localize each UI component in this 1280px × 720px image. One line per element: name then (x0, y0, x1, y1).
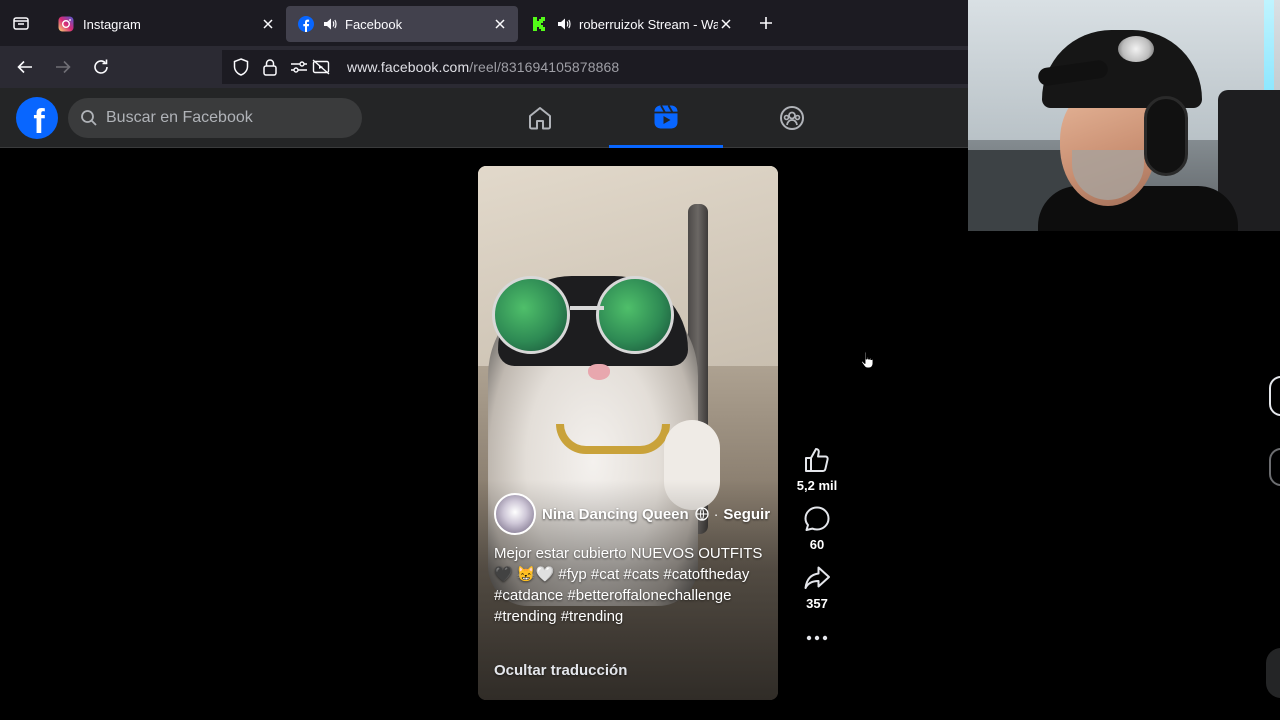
tab-close-icon[interactable] (260, 16, 276, 32)
share-icon (804, 566, 830, 589)
speaker-icon[interactable] (557, 17, 571, 31)
nav-groups[interactable] (735, 88, 849, 148)
tab-kick-stream[interactable]: roberruizok Stream - Watch (520, 6, 744, 42)
reel-author: Nina Dancing Queen · Seguir (494, 493, 770, 535)
author-separator: · (713, 506, 719, 522)
tab-facebook[interactable]: Facebook (286, 6, 518, 42)
cat-nose (588, 364, 610, 380)
comments-count: 60 (809, 537, 825, 552)
gold-chain (556, 424, 670, 454)
sunglasses-bridge (570, 306, 604, 310)
webcam-headphones (1144, 96, 1188, 176)
avatar[interactable] (494, 493, 536, 535)
instagram-icon (58, 16, 74, 32)
sunglasses-left-lens (492, 276, 570, 354)
reload-button[interactable] (82, 51, 120, 83)
facebook-header: f (0, 88, 968, 148)
lock-icon[interactable] (261, 58, 279, 76)
like-button[interactable]: 5,2 mil (797, 446, 837, 493)
reel-video[interactable]: Nina Dancing Queen · Seguir Mejor estar … (478, 166, 778, 700)
browser-navbar: www.facebook.com/reel/831694105878868 (0, 46, 968, 88)
webcam-cap-logo (1118, 36, 1154, 62)
url-path: /reel/831694105878868 (469, 59, 620, 75)
nav-home[interactable] (483, 88, 597, 148)
tab-instagram[interactable]: Instagram (46, 6, 286, 42)
tab-close-icon[interactable] (718, 16, 734, 32)
reels-icon (654, 104, 678, 128)
tab-list-button[interactable] (0, 0, 42, 46)
tab-label: roberruizok Stream - Watch (579, 16, 718, 32)
reload-icon (94, 59, 108, 74)
sunglasses-right-lens (596, 276, 674, 354)
url-bar[interactable]: www.facebook.com/reel/831694105878868 (222, 50, 968, 84)
previous-reel-button[interactable] (1269, 448, 1280, 486)
kick-icon (532, 16, 548, 32)
side-panel-button[interactable] (1266, 648, 1280, 698)
likes-count: 5,2 mil (796, 478, 838, 493)
tab-label: Facebook (345, 16, 403, 32)
reel-caption: Mejor estar cubierto NUEVOS OUTFITS 🖤 😸🤍… (494, 543, 764, 627)
hide-translation-button[interactable]: Ocultar traducción (494, 662, 627, 679)
forward-button[interactable] (44, 51, 82, 83)
back-button[interactable] (6, 51, 44, 83)
caption-text: Mejor estar cubierto NUEVOS OUTFITS (494, 545, 763, 562)
new-tab-button[interactable] (748, 5, 784, 41)
arrow-right-icon (56, 60, 71, 74)
more-icon (806, 635, 828, 641)
webcam-overlay (968, 0, 1280, 231)
nav-reels[interactable] (609, 88, 723, 148)
plus-icon (760, 17, 772, 29)
facebook-icon (298, 16, 314, 32)
shares-count: 357 (806, 596, 828, 611)
globe-icon (695, 507, 709, 521)
comment-button[interactable]: 60 (803, 505, 831, 552)
tab-label: Instagram (83, 16, 141, 32)
hand-cursor-icon (861, 351, 874, 369)
speaker-icon[interactable] (323, 17, 337, 31)
permissions-icon[interactable] (290, 58, 308, 76)
shield-icon[interactable] (232, 58, 250, 76)
groups-icon (780, 106, 804, 130)
search-input[interactable] (106, 109, 346, 127)
url-text: www.facebook.com/reel/831694105878868 (347, 59, 619, 75)
more-options-button[interactable] (806, 629, 828, 647)
facebook-logo-letter: f (33, 102, 45, 141)
browser-tabstrip: Instagram Facebook roberruizok Stream - … (0, 0, 968, 46)
tab-close-icon[interactable] (492, 16, 508, 32)
share-button[interactable]: 357 (803, 564, 831, 611)
caption-emojis: 🖤 😸🤍 (494, 566, 555, 583)
autoplay-blocked-icon[interactable] (312, 58, 330, 76)
next-reel-button[interactable] (1269, 376, 1280, 416)
follow-button[interactable]: Seguir (723, 506, 770, 523)
author-name[interactable]: Nina Dancing Queen (542, 506, 689, 523)
url-host: www.facebook.com (347, 59, 470, 75)
screen: Instagram Facebook roberruizok Stream - … (0, 0, 1280, 720)
comment-icon (804, 506, 830, 531)
tab-list-icon (13, 17, 29, 30)
arrow-left-icon (17, 60, 32, 74)
thumbs-up-icon (805, 448, 829, 472)
reel-actions: 5,2 mil 60 357 (792, 446, 842, 647)
facebook-search[interactable] (68, 98, 362, 138)
facebook-logo[interactable]: f (16, 97, 58, 141)
home-icon (529, 107, 551, 130)
search-icon (81, 110, 97, 126)
